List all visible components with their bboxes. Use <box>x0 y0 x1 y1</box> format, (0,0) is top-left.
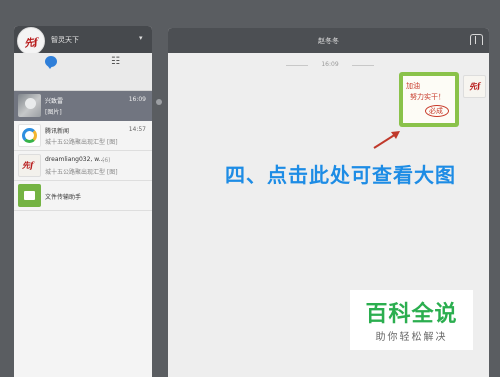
chat-header: 赵冬冬 <box>168 28 489 53</box>
conversation-time: 16:09 <box>128 96 146 103</box>
chat-bubble-icon[interactable] <box>45 56 57 69</box>
unread-count: (6) <box>102 157 111 164</box>
panel-resize-handle[interactable] <box>156 99 162 105</box>
account-bar[interactable]: 先f 智灵天下 ▾ <box>14 26 152 55</box>
window-title-fragment <box>205 0 295 4</box>
handwritten-line: 加油 <box>406 82 420 90</box>
annotation-arrow-icon <box>373 131 400 149</box>
time-divider: 16:09 <box>286 61 374 69</box>
group-avatar: 先f <box>18 154 41 177</box>
conversation-preview: 城十五公路聚出现汇型 [图] <box>45 139 118 146</box>
watermark-logo: 百科全说 <box>365 302 458 327</box>
sender-avatar[interactable]: 先f <box>463 75 486 98</box>
watermark-slogan: 助你轻松解决 <box>375 332 448 343</box>
chat-window: 赵冬冬 16:09 加油 努力实干！ 必成 先f 四、点击此处可查看大图 百科全… <box>168 28 489 377</box>
conversation-title: dreamliang032, w... <box>45 156 105 163</box>
chat-info-icon[interactable] <box>470 34 483 45</box>
handwritten-line: 努力实干！ <box>410 93 445 101</box>
avatar-logo: 先f <box>23 36 39 50</box>
watermark: 百科全说 助你轻松解决 <box>350 290 473 350</box>
file-transfer-icon <box>18 184 41 207</box>
conversation-sidebar: 先f 智灵天下 ▾ ☷ 搜索 兴致雷 [图片] 16:09 腾讯新闻 城十五公路… <box>14 26 152 377</box>
account-name: 智灵天下 <box>51 36 79 44</box>
news-app-icon <box>18 124 41 147</box>
conversation-title: 兴致雷 <box>45 98 64 105</box>
chat-title: 赵冬冬 <box>318 37 339 45</box>
contact-avatar <box>18 94 41 117</box>
instruction-caption: 四、点击此处可查看大图 <box>225 163 456 187</box>
conversation-title: 腾讯新闻 <box>45 128 70 135</box>
account-avatar[interactable]: 先f <box>17 27 45 55</box>
conversation-title: 文件传输助手 <box>45 194 82 201</box>
chevron-down-icon[interactable]: ▾ <box>139 34 143 42</box>
image-message[interactable]: 加油 努力实干！ 必成 <box>399 72 459 127</box>
contacts-icon[interactable]: ☷ <box>111 56 123 67</box>
sidebar-tabs: ☷ 搜索 <box>14 53 152 107</box>
conversation-item[interactable]: 先f dreamliang032, w... (6) 城十五公路聚出现汇型 [图… <box>14 151 152 181</box>
conversation-preview: [图片] <box>45 109 62 116</box>
image-thumbnail[interactable]: 加油 努力实干！ 必成 <box>403 76 455 123</box>
handwritten-line: 必成 <box>429 107 443 115</box>
conversation-item-selected[interactable]: 兴致雷 [图片] 16:09 <box>14 91 152 121</box>
conversation-preview: 城十五公路聚出现汇型 [图] <box>45 169 118 176</box>
conversation-item[interactable]: 文件传输助手 <box>14 181 152 211</box>
conversation-item[interactable]: 腾讯新闻 城十五公路聚出现汇型 [图] 14:57 <box>14 121 152 151</box>
conversation-time: 14:57 <box>128 126 146 133</box>
